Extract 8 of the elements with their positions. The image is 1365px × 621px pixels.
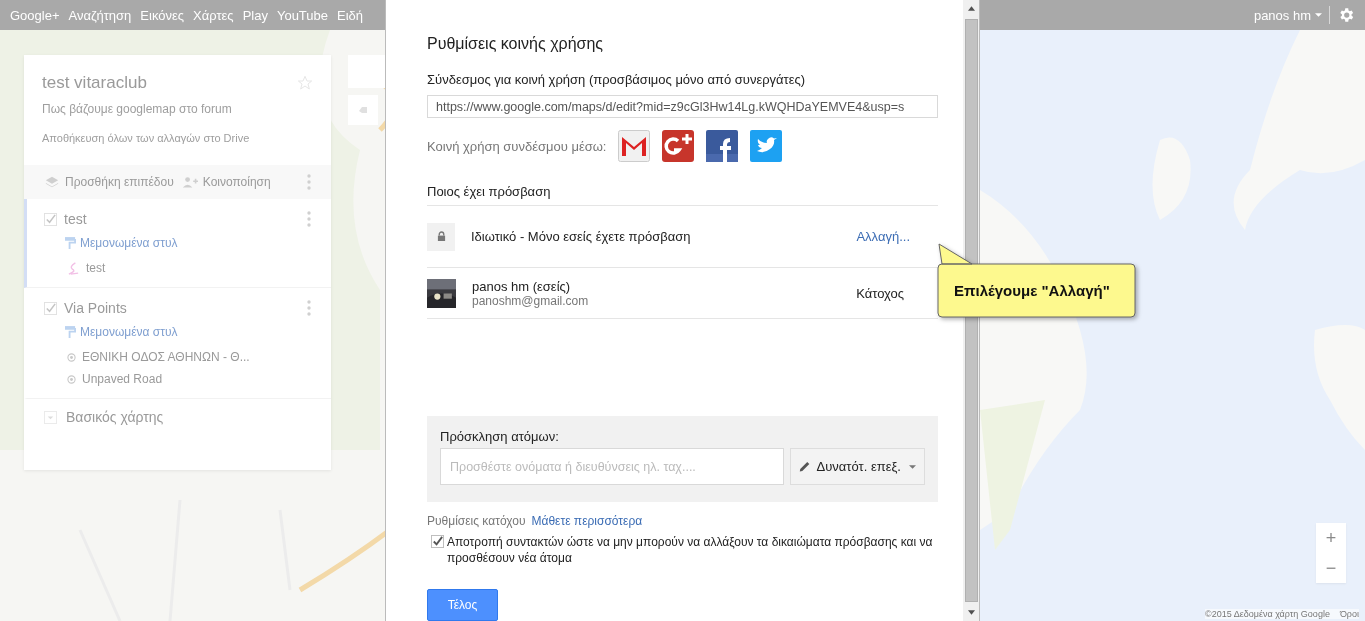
top-nav-link[interactable]: Εικόνες (140, 7, 185, 23)
top-nav-link[interactable]: Play (242, 7, 268, 23)
top-nav-link[interactable]: Google+ (10, 7, 60, 23)
top-nav-link[interactable]: Ειδή (337, 7, 364, 23)
top-nav-link[interactable]: Αναζήτηση (68, 7, 132, 23)
account-menu[interactable]: panos hm (1253, 7, 1311, 23)
top-nav-link[interactable]: Χάρτες (193, 7, 234, 23)
top-nav-link[interactable]: YouTube (276, 7, 328, 23)
